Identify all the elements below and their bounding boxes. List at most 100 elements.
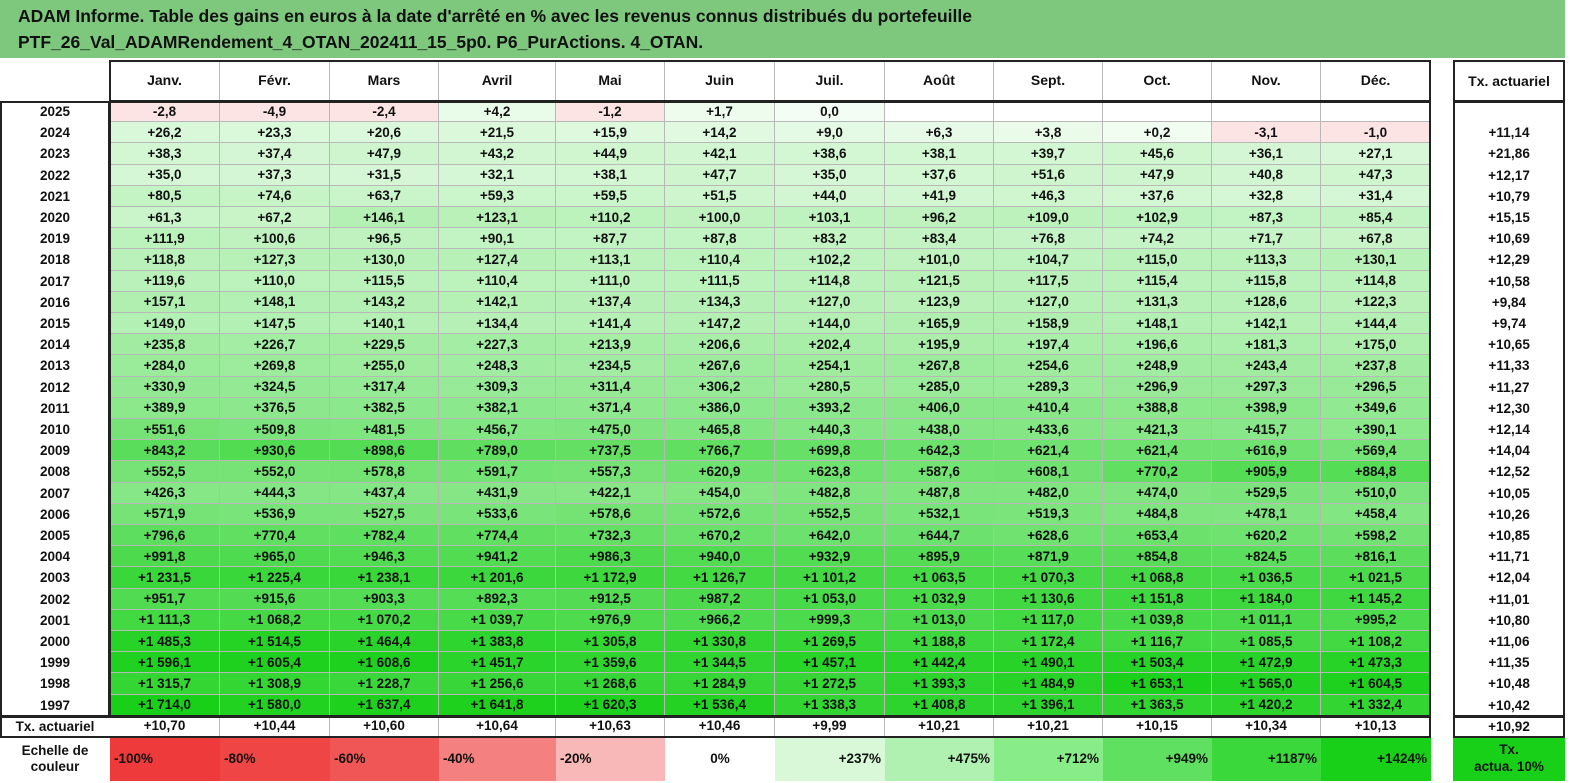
footer-rate-value: +10,44 — [220, 715, 330, 737]
table-cell: +1 085,5 — [1212, 631, 1321, 653]
footer-rate-value: +10,70 — [110, 715, 220, 737]
table-cell: +130,0 — [330, 249, 439, 271]
table-cell: +458,4 — [1321, 503, 1431, 525]
table-cell: +181,3 — [1212, 334, 1321, 356]
table-cell: +481,5 — [330, 419, 439, 441]
table-cell — [994, 101, 1103, 123]
scale-swatch: -40% — [439, 736, 556, 781]
table-cell: +134,3 — [665, 291, 775, 313]
scale-swatch: -100% — [110, 736, 220, 781]
year-rate: +10,69 — [1488, 231, 1530, 247]
year-label: 2007 — [39, 485, 71, 501]
table-cell: +1,7 — [665, 101, 775, 123]
year-rate: +11,33 — [1488, 358, 1530, 374]
table-cell: +269,8 — [220, 355, 330, 377]
scale-swatch: +712% — [994, 736, 1103, 781]
table-cell: +532,1 — [885, 503, 994, 525]
table-cell: +131,3 — [1103, 291, 1212, 313]
table-cell: +421,3 — [1103, 419, 1212, 441]
table-cell: +941,2 — [439, 546, 556, 568]
table-cell: -1,0 — [1321, 122, 1431, 144]
table-cell: +1 420,2 — [1212, 694, 1321, 716]
table-cell: +1 305,8 — [556, 631, 665, 653]
table-cell: +770,2 — [1103, 461, 1212, 483]
table-cell: +536,9 — [220, 503, 330, 525]
table-cell: +39,7 — [994, 143, 1103, 165]
table-cell: +119,6 — [110, 270, 220, 292]
month-header-5: Mai — [556, 60, 665, 101]
table-cell: +285,0 — [885, 376, 994, 398]
table-cell: +552,0 — [220, 461, 330, 483]
table-cell: +482,0 — [994, 482, 1103, 504]
table-cell: +620,2 — [1212, 525, 1321, 547]
table-cell: +608,1 — [994, 461, 1103, 483]
table-cell: +1 013,0 — [885, 609, 994, 631]
table-cell: +642,0 — [775, 525, 885, 547]
table-cell: +371,4 — [556, 397, 665, 419]
table-cell: +38,1 — [885, 143, 994, 165]
table-cell: +1 514,5 — [220, 631, 330, 653]
table-cell: +386,0 — [665, 397, 775, 419]
table-cell: +644,7 — [885, 525, 994, 547]
table-cell: +87,8 — [665, 228, 775, 250]
scale-swatch: -20% — [556, 736, 665, 781]
table-cell: +227,3 — [439, 334, 556, 356]
table-cell: +61,3 — [110, 207, 220, 229]
table-cell: +854,8 — [1103, 546, 1212, 568]
table-cell: +976,9 — [556, 609, 665, 631]
table-cell: +226,7 — [220, 334, 330, 356]
table-cell: +309,3 — [439, 376, 556, 398]
footer-rate-total: +10,92 — [1488, 718, 1530, 734]
table-cell: +37,4 — [220, 143, 330, 165]
table-cell: +987,2 — [665, 588, 775, 610]
table-cell: -4,9 — [220, 101, 330, 123]
table-cell: +986,3 — [556, 546, 665, 568]
table-cell: +202,4 — [775, 334, 885, 356]
table-cell: +620,9 — [665, 461, 775, 483]
table-cell: +552,5 — [110, 461, 220, 483]
scale-swatch: +949% — [1103, 736, 1212, 781]
table-cell — [885, 101, 994, 123]
table-cell: +912,5 — [556, 588, 665, 610]
table-cell: +130,1 — [1321, 249, 1431, 271]
footer-rate-value: +10,46 — [665, 715, 775, 737]
table-cell: +1 484,9 — [994, 673, 1103, 695]
month-header-1: Janv. — [110, 60, 220, 101]
scale-swatch: +1187% — [1212, 736, 1321, 781]
month-header-10: Oct. — [1103, 60, 1212, 101]
table-cell: +1 637,4 — [330, 694, 439, 716]
table-cell: +1 172,9 — [556, 567, 665, 589]
year-label: 2025 — [39, 104, 71, 120]
table-cell: +117,5 — [994, 270, 1103, 292]
table-cell: +127,0 — [775, 291, 885, 313]
table-cell: +31,5 — [330, 164, 439, 186]
table-cell: +144,0 — [775, 313, 885, 335]
year-rate: +9,84 — [1491, 294, 1527, 310]
table-cell: +40,8 — [1212, 164, 1321, 186]
table-cell: +1 284,9 — [665, 673, 775, 695]
table-cell: +406,0 — [885, 397, 994, 419]
year-rate: +21,86 — [1488, 146, 1530, 162]
footer-rate-value: +10,21 — [885, 715, 994, 737]
table-cell: +915,6 — [220, 588, 330, 610]
year-label: 2022 — [39, 167, 71, 183]
table-cell: +44,0 — [775, 185, 885, 207]
table-cell: +110,4 — [439, 270, 556, 292]
table-cell: +382,1 — [439, 397, 556, 419]
table-cell: +431,9 — [439, 482, 556, 504]
table-cell: +422,1 — [556, 482, 665, 504]
table-cell: +71,7 — [1212, 228, 1321, 250]
table-cell: +121,5 — [885, 270, 994, 292]
table-cell: +115,4 — [1103, 270, 1212, 292]
table-cell: +144,4 — [1321, 313, 1431, 335]
table-cell: +47,9 — [1103, 164, 1212, 186]
table-cell: +1 268,6 — [556, 673, 665, 695]
table-cell: +38,3 — [110, 143, 220, 165]
table-cell: +572,6 — [665, 503, 775, 525]
table-cell: +389,9 — [110, 397, 220, 419]
table-cell: +1 383,8 — [439, 631, 556, 653]
table-cell: +824,5 — [1212, 546, 1321, 568]
table-cell: +51,6 — [994, 164, 1103, 186]
table-cell: +816,1 — [1321, 546, 1431, 568]
table-cell: +74,2 — [1103, 228, 1212, 250]
